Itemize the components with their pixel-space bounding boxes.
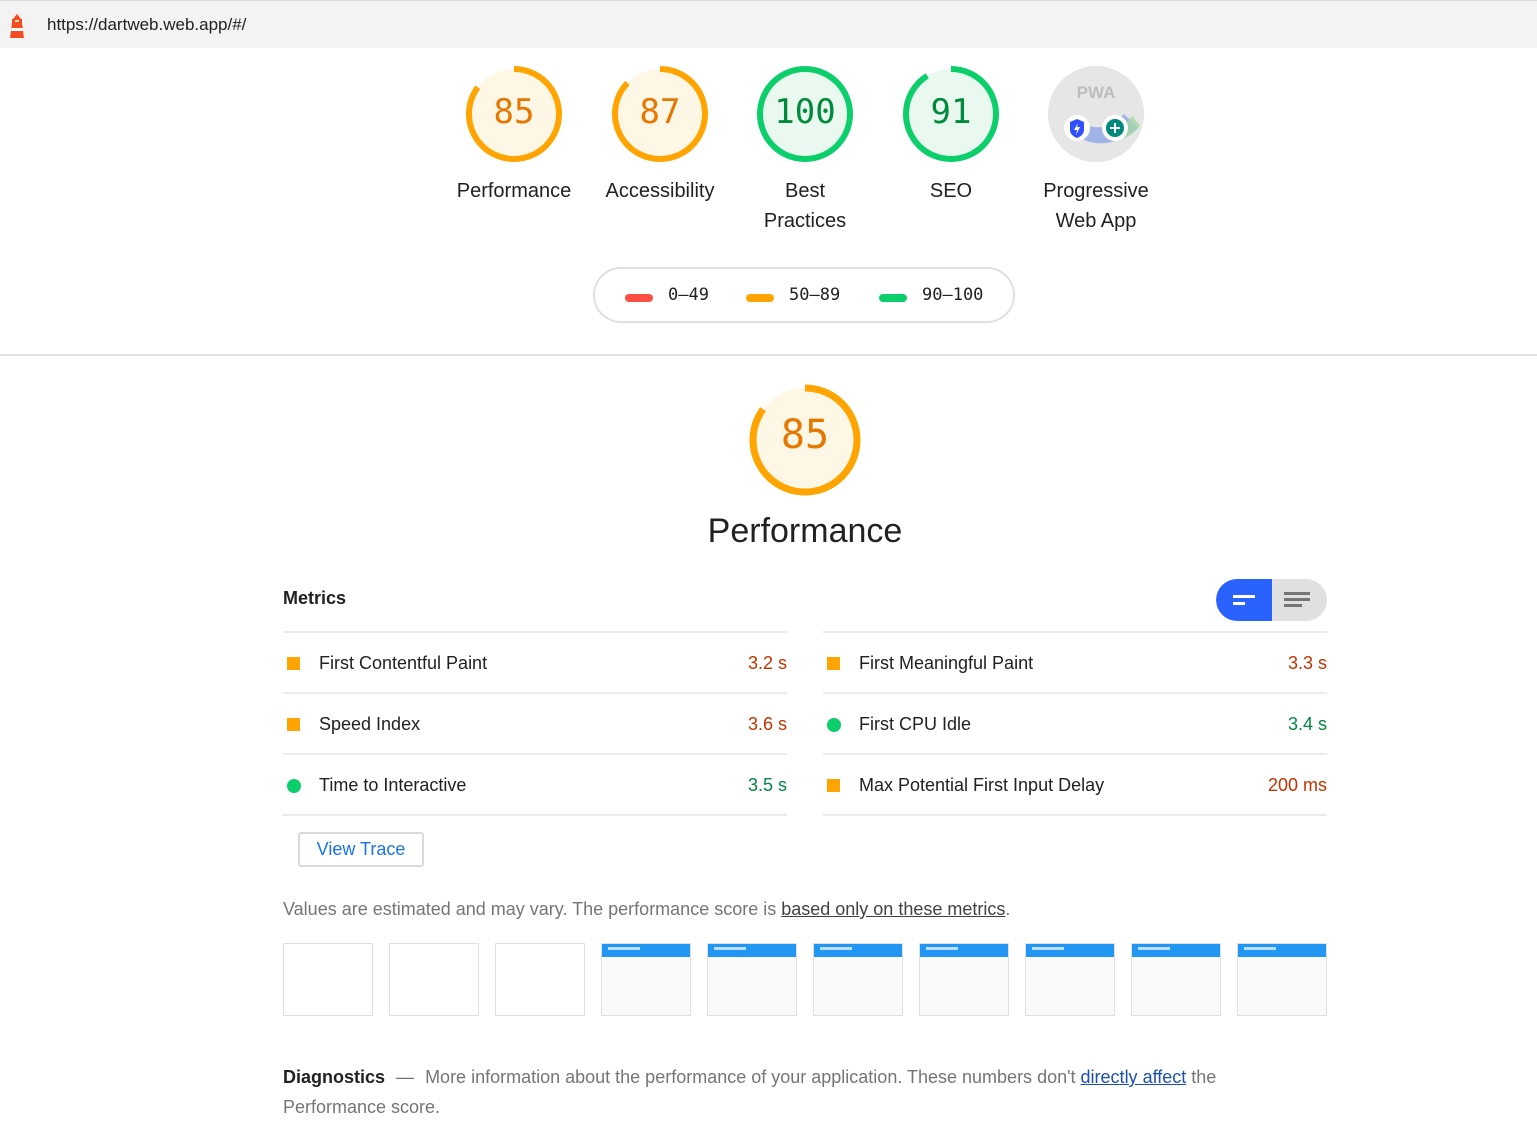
filmstrip-frame (919, 943, 1009, 1016)
view-trace-button[interactable]: View Trace (298, 832, 424, 867)
pass-circle-icon (827, 718, 841, 732)
metrics-heading: Metrics (283, 588, 347, 608)
legend-swatch (746, 294, 774, 302)
long-lines-icon[interactable] (1284, 591, 1312, 609)
metrics-view-toggle[interactable] (1216, 579, 1327, 621)
metric-row: First Contentful Paint 3.2 s (283, 631, 787, 692)
average-square-icon (287, 718, 300, 731)
metric-row: First Meaningful Paint 3.3 s (823, 631, 1327, 692)
metric-value: 3.6 s (747, 714, 787, 734)
frame-app-bar (1238, 944, 1326, 957)
section-divider (0, 354, 1537, 356)
frame-app-bar (814, 944, 902, 957)
pass-circle-icon (287, 779, 301, 793)
metric-name: Time to Interactive (319, 775, 467, 795)
legend-swatch (625, 294, 653, 302)
pwa-badge-icon: PWA (1048, 66, 1144, 162)
metric-value: 200 ms (1267, 775, 1327, 795)
average-square-icon (827, 657, 840, 670)
metric-value: 3.3 s (1287, 653, 1327, 673)
metric-row: Time to Interactive 3.5 s (283, 753, 787, 816)
gauge-score: 91 (930, 92, 972, 132)
legend-swatch (879, 294, 907, 302)
page-url[interactable]: https://dartweb.web.app/#/ (47, 15, 246, 35)
pwa-badge-text: PWA (1077, 83, 1116, 102)
average-square-icon (287, 657, 300, 670)
gauge-accessibility[interactable]: 87 Accessibility (590, 64, 730, 206)
metric-value: 3.2 s (747, 653, 787, 673)
filmstrip-frame (389, 943, 479, 1016)
filmstrip-frame (283, 943, 373, 1016)
gauge-score: 85 (493, 92, 535, 132)
filmstrip-frame (1131, 943, 1221, 1016)
note-end: . (1005, 899, 1011, 919)
legend-range: 90–100 (922, 285, 984, 305)
metric-name: First CPU Idle (859, 714, 972, 734)
score-gauges: 85 Performance 87 Accessibility 100 Best… (0, 64, 1537, 244)
metric-row: Speed Index 3.6 s (283, 692, 787, 753)
performance-score-gauge: 85 (745, 380, 865, 505)
frame-app-bar (1026, 944, 1114, 957)
legend-range: 50–89 (789, 285, 841, 305)
gauge-score: 87 (639, 92, 681, 132)
note-text: Values are estimated and may vary. The p… (283, 899, 782, 919)
estimate-note: Values are estimated and may vary. The p… (283, 899, 1010, 920)
diagnostics-dash: — (396, 1067, 415, 1087)
diagnostics-section: Diagnostics — More information about the… (283, 1062, 1283, 1122)
filmstrip-frame (495, 943, 585, 1016)
compact-view-button[interactable] (1216, 579, 1272, 621)
gauge-score: 85 (780, 412, 830, 458)
metric-name: Speed Index (319, 714, 421, 734)
address-bar: https://dartweb.web.app/#/ (0, 0, 1537, 48)
score-legend: 0–49 50–89 90–100 (593, 267, 1015, 323)
gauge-performance[interactable]: 85 Performance (444, 64, 584, 206)
frame-app-bar (1132, 944, 1220, 957)
category-title: Performance (707, 512, 903, 550)
gauge-label: Best Practices (763, 180, 847, 232)
gauge-label: Performance (456, 180, 572, 202)
metric-value: 3.4 s (1287, 714, 1327, 734)
metric-row: First CPU Idle 3.4 s (823, 692, 1327, 753)
average-square-icon (827, 779, 840, 792)
diagnostics-title: Diagnostics (283, 1067, 386, 1087)
metrics-column-right: First Meaningful Paint 3.3 s First CPU I… (823, 631, 1327, 816)
lighthouse-icon (10, 14, 24, 38)
metric-name: Max Potential First Input Delay (859, 775, 1105, 795)
gauge-best-practices[interactable]: 100 Best Practices (735, 64, 875, 236)
gauge-label: Accessibility (605, 180, 715, 202)
diagnostics-text: More information about the performance o… (425, 1067, 1081, 1087)
frame-app-bar (708, 944, 796, 957)
filmstrip-frame (1237, 943, 1327, 1016)
gauge-label: SEO (929, 180, 973, 202)
filmstrip-frame (1025, 943, 1115, 1016)
metric-value: 3.5 s (747, 775, 787, 795)
filmstrip-frame (601, 943, 691, 1016)
frame-app-bar (602, 944, 690, 957)
gauge-pwa[interactable]: PWA Progressive Web App (1026, 64, 1166, 236)
gauge-label: Progressive Web App (1043, 180, 1149, 232)
short-lines-icon (1233, 595, 1255, 605)
directly-affect-link[interactable]: directly affect (1081, 1067, 1187, 1087)
frame-app-bar (920, 944, 1008, 957)
filmstrip-frame (813, 943, 903, 1016)
metric-row: Max Potential First Input Delay 200 ms (823, 753, 1327, 816)
metric-name: First Contentful Paint (319, 653, 488, 673)
filmstrip-frame (707, 943, 797, 1016)
metric-name: First Meaningful Paint (859, 653, 1034, 673)
metrics-link[interactable]: based only on these metrics (781, 899, 1005, 919)
gauge-score: 100 (774, 92, 836, 132)
gauge-seo[interactable]: 91 SEO (881, 64, 1021, 206)
metrics-column-left: First Contentful Paint 3.2 s Speed Index… (283, 631, 787, 816)
legend-range: 0–49 (668, 285, 709, 305)
